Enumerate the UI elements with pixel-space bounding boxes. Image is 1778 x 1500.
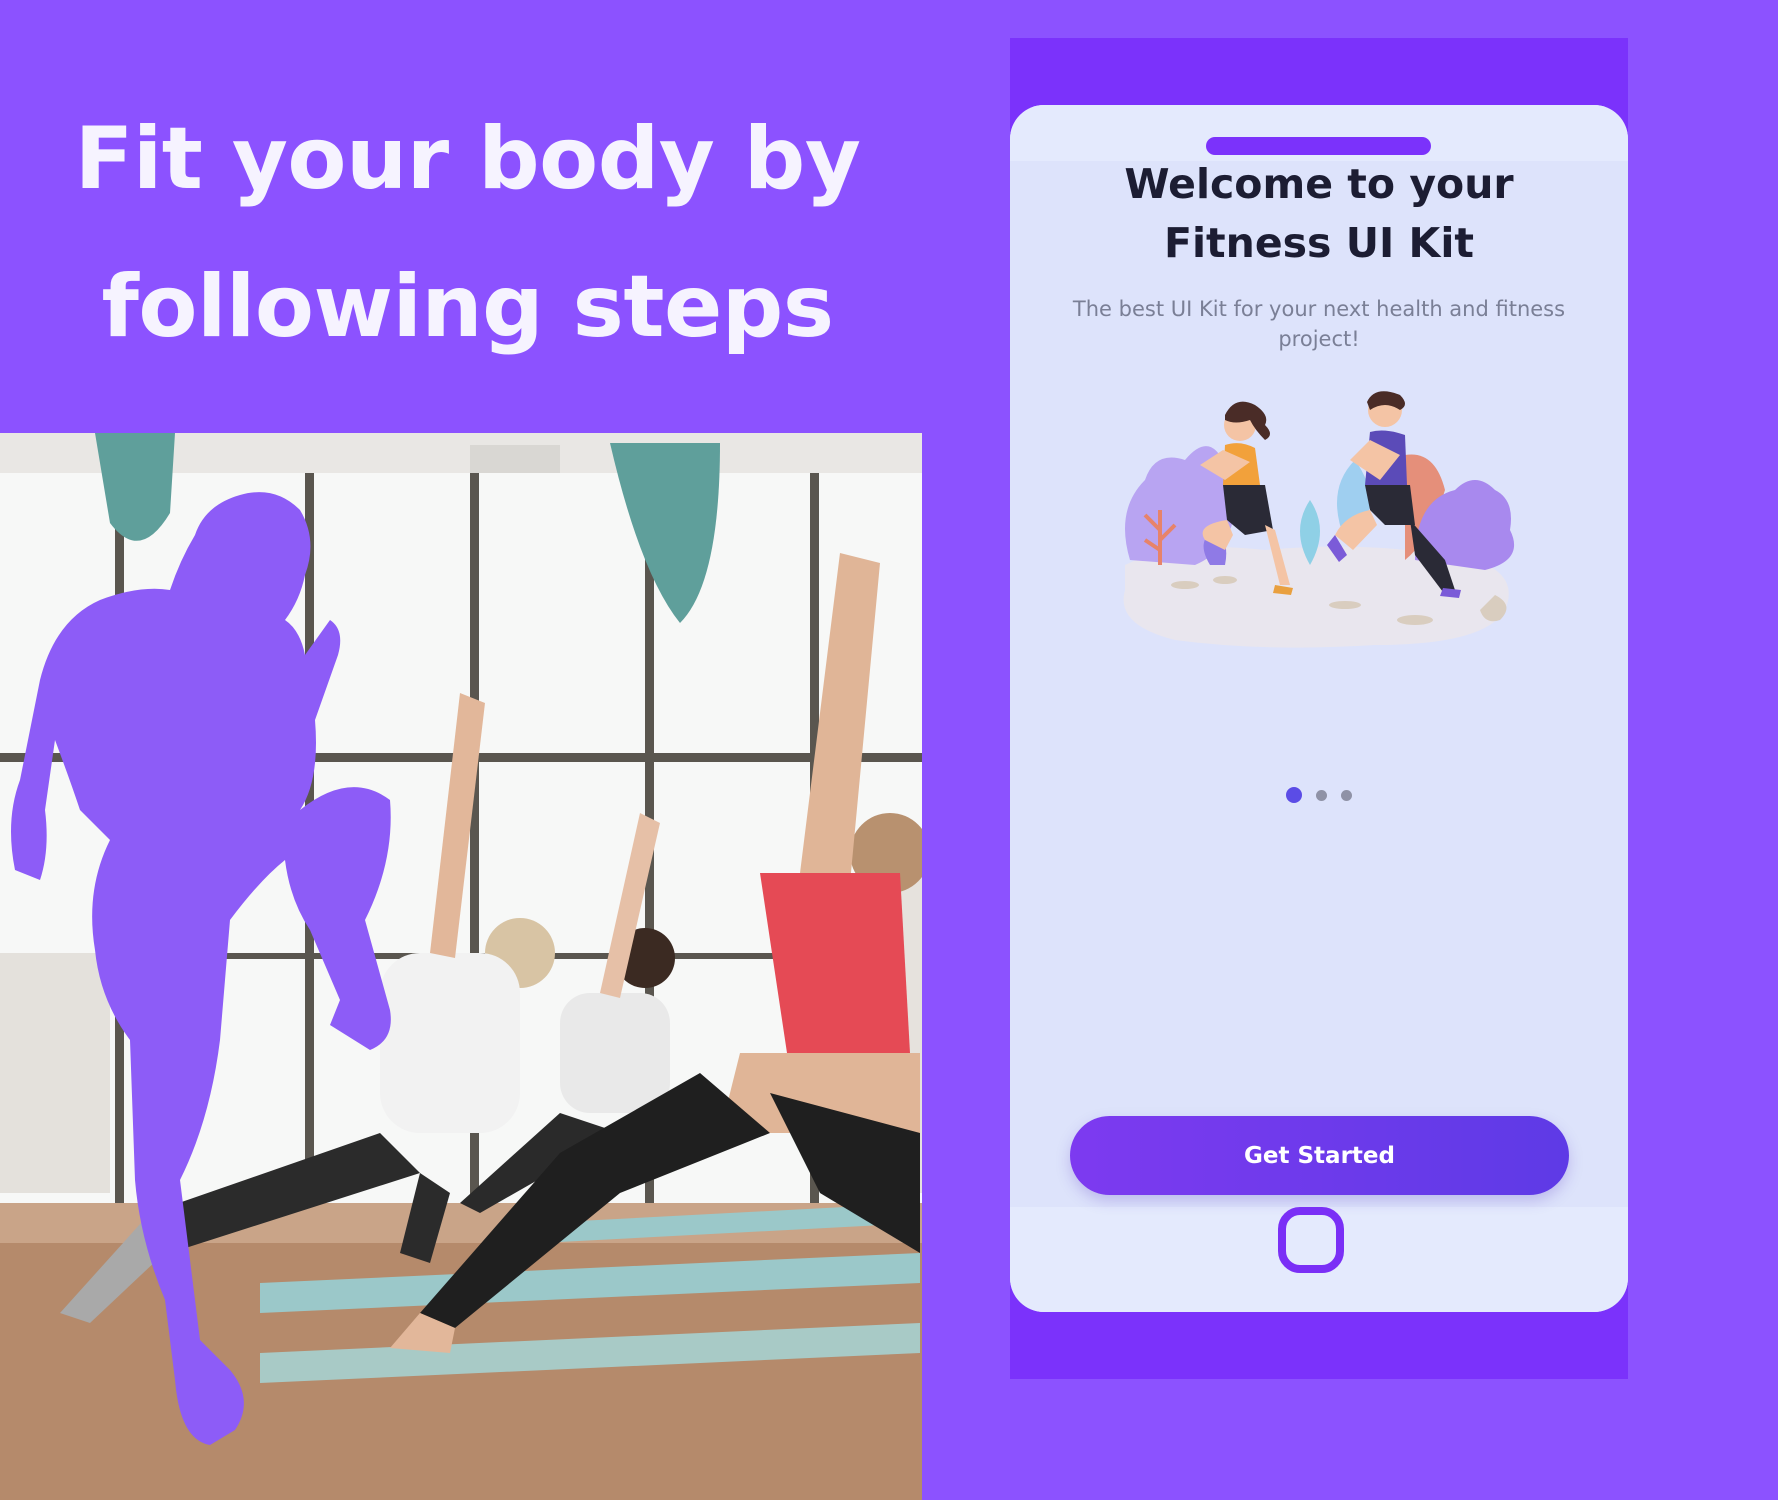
pagination-dot[interactable] (1341, 789, 1352, 801)
headline-line-1: Fit your body by (74, 109, 861, 209)
pagination-dot[interactable] (1316, 789, 1327, 801)
phone-notch (1206, 137, 1431, 155)
phone-screen: Welcome to your Fitness UI Kit The best … (1010, 105, 1628, 1312)
welcome-title-line-1: Welcome to your (1124, 160, 1514, 208)
running-woman-silhouette (11, 492, 391, 1446)
phone-mockup: Welcome to your Fitness UI Kit The best … (1010, 38, 1628, 1379)
welcome-title-line-2: Fitness UI Kit (1164, 219, 1474, 267)
headline-line-2: following steps (101, 257, 834, 357)
pagination-dots (1010, 787, 1628, 803)
welcome-title: Welcome to your Fitness UI Kit (1010, 155, 1628, 273)
promo-headline: Fit your body by following steps (0, 85, 935, 381)
get-started-button[interactable]: Get Started (1070, 1116, 1569, 1195)
home-button-icon[interactable] (1278, 1207, 1344, 1273)
pagination-dot-active[interactable] (1286, 787, 1302, 803)
two-runners-illustration (1123, 391, 1515, 648)
welcome-subtitle: The best UI Kit for your next health and… (1072, 297, 1566, 351)
